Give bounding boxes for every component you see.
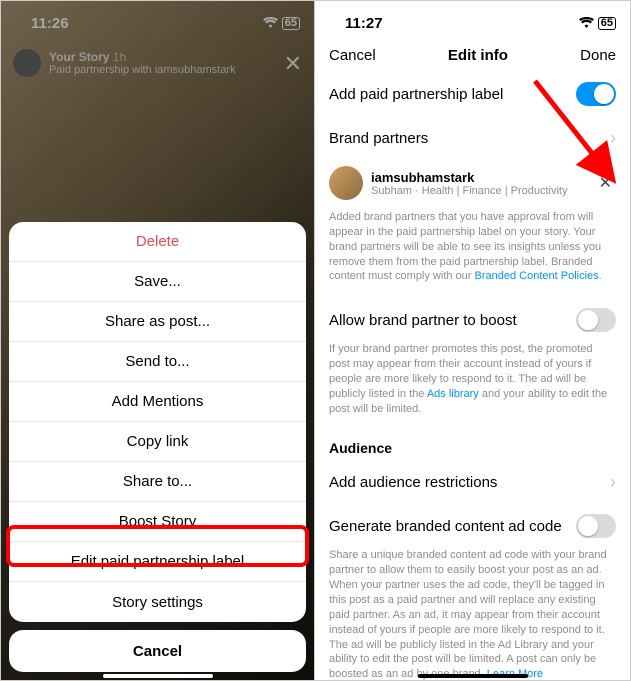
brand-partners-label: Brand partners <box>329 130 428 147</box>
ads-library-link[interactable]: Ads library <box>427 388 479 400</box>
status-bar: 11:27 65 <box>315 1 630 45</box>
sheet-item-story-settings[interactable]: Story settings <box>9 582 306 622</box>
wifi-icon <box>579 15 594 32</box>
remove-partner-icon[interactable]: ✕ <box>595 169 616 197</box>
row-paid-partnership-label: Add paid partnership label <box>315 72 630 116</box>
nav-title: Edit info <box>448 47 508 64</box>
left-screenshot: 11:26 65 Your Story 1h Paid partnership … <box>1 1 315 680</box>
nav-done[interactable]: Done <box>580 47 616 64</box>
generate-ad-code-label: Generate branded content ad code <box>329 518 562 535</box>
chevron-right-icon: › <box>610 472 616 493</box>
row-generate-ad-code: Generate branded content ad code <box>315 504 630 548</box>
action-sheet: Delete Save... Share as post... Send to.… <box>9 222 306 672</box>
audience-restrictions-label: Add audience restrictions <box>329 474 497 491</box>
row-brand-partners[interactable]: Brand partners › <box>315 116 630 160</box>
sheet-item-share-as-post[interactable]: Share as post... <box>9 302 306 342</box>
sheet-item-delete[interactable]: Delete <box>9 222 306 262</box>
helper-allow-boost: If your brand partner promotes this post… <box>315 342 630 430</box>
partner-avatar <box>329 166 363 200</box>
helper-brand-partners: Added brand partners that you have appro… <box>315 210 630 298</box>
generate-ad-code-toggle[interactable] <box>576 514 616 538</box>
nav-cancel[interactable]: Cancel <box>329 47 376 64</box>
audience-section-title: Audience <box>315 430 630 460</box>
row-allow-boost: Allow brand partner to boost <box>315 298 630 342</box>
partner-meta: Subham · Health | Finance | Productivity <box>371 185 587 197</box>
battery-icon: 65 <box>598 17 616 30</box>
sheet-item-edit-paid-partnership[interactable]: Edit paid partnership label <box>9 542 306 582</box>
sheet-item-copy-link[interactable]: Copy link <box>9 422 306 462</box>
sheet-item-add-mentions[interactable]: Add Mentions <box>9 382 306 422</box>
sheet-item-boost-story[interactable]: Boost Story <box>9 502 306 542</box>
nav-bar: Cancel Edit info Done <box>315 45 630 72</box>
chevron-right-icon: › <box>610 128 616 149</box>
branded-content-policies-link[interactable]: Branded Content Policies <box>475 270 599 282</box>
paid-partnership-toggle[interactable] <box>576 82 616 106</box>
helper-ad-code: Share a unique branded content ad code w… <box>315 548 630 680</box>
row-audience-restrictions[interactable]: Add audience restrictions › <box>315 460 630 504</box>
partner-username: iamsubhamstark <box>371 170 587 185</box>
cancel-button[interactable]: Cancel <box>9 630 306 672</box>
brand-partner-item: iamsubhamstark Subham · Health | Finance… <box>315 160 630 210</box>
sheet-item-share-to[interactable]: Share to... <box>9 462 306 502</box>
home-indicator <box>418 674 528 678</box>
allow-boost-label: Allow brand partner to boost <box>329 312 517 329</box>
paid-partnership-label: Add paid partnership label <box>329 86 503 103</box>
right-screenshot: 11:27 65 Cancel Edit info Done Add paid … <box>315 1 630 680</box>
home-indicator <box>103 674 213 678</box>
status-time: 11:27 <box>345 15 383 32</box>
sheet-item-save[interactable]: Save... <box>9 262 306 302</box>
allow-boost-toggle[interactable] <box>576 308 616 332</box>
sheet-item-send-to[interactable]: Send to... <box>9 342 306 382</box>
